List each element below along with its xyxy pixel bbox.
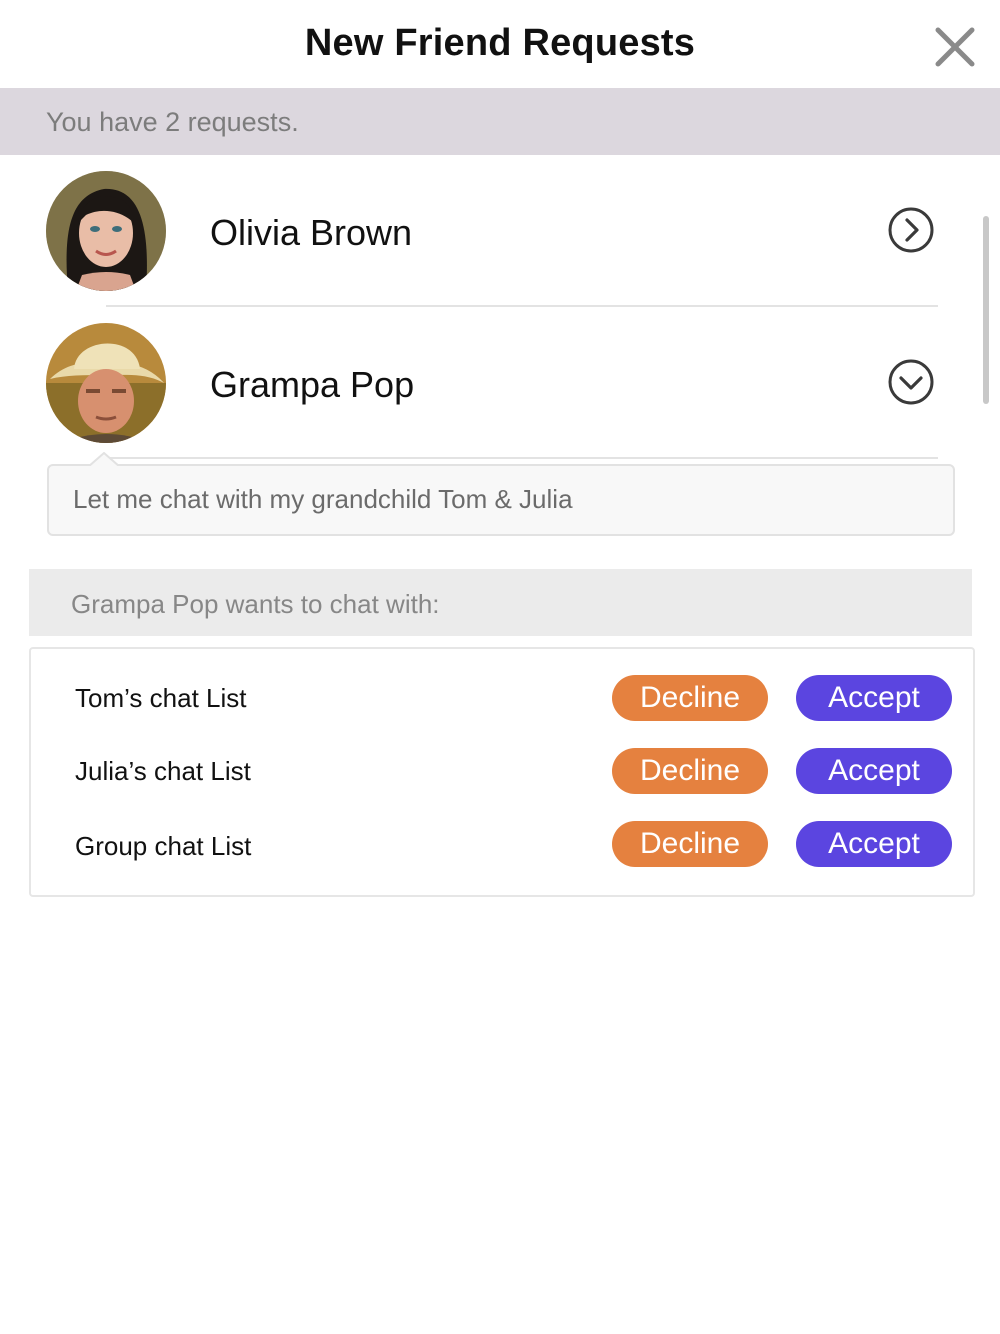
friend-request-grampa-pop[interactable]: Grampa Pop: [0, 312, 1000, 452]
chevron-down-circle-icon[interactable]: [886, 357, 936, 407]
accept-button[interactable]: Accept: [796, 748, 952, 794]
request-message-text: Let me chat with my grandchild Tom & Jul…: [73, 484, 573, 514]
chat-with-label: Grampa Pop wants to chat with:: [71, 589, 440, 619]
chat-list-row: Group chat List Decline Accept: [31, 821, 973, 871]
chat-lists: Tom’s chat List Decline Accept Julia’s c…: [29, 647, 975, 897]
chat-with-header: Grampa Pop wants to chat with:: [29, 569, 972, 636]
decline-button[interactable]: Decline: [612, 821, 768, 867]
accept-button[interactable]: Accept: [796, 675, 952, 721]
close-icon[interactable]: [932, 26, 978, 68]
request-name: Grampa Pop: [210, 364, 415, 405]
avatar: [46, 323, 166, 443]
message-pointer: [88, 452, 120, 468]
chat-list-label: Julia’s chat List: [75, 756, 251, 786]
divider: [106, 305, 938, 307]
divider: [106, 457, 938, 459]
decline-button[interactable]: Decline: [612, 748, 768, 794]
chat-list-label: Tom’s chat List: [75, 683, 247, 713]
friend-request-olivia-brown[interactable]: Olivia Brown: [0, 160, 1000, 300]
decline-button[interactable]: Decline: [612, 675, 768, 721]
accept-button[interactable]: Accept: [796, 821, 952, 867]
requests-count-bar: You have 2 requests.: [0, 88, 1000, 155]
header: New Friend Requests: [0, 0, 1000, 88]
page-title: New Friend Requests: [304, 22, 696, 64]
request-name: Olivia Brown: [210, 212, 413, 253]
requests-count: You have 2 requests.: [46, 107, 299, 137]
avatar: [46, 171, 166, 291]
chat-list-row: Tom’s chat List Decline Accept: [31, 675, 973, 725]
chevron-right-circle-icon[interactable]: [886, 205, 936, 255]
request-message: Let me chat with my grandchild Tom & Jul…: [47, 464, 955, 536]
chat-list-row: Julia’s chat List Decline Accept: [31, 748, 973, 798]
chat-list-label: Group chat List: [75, 831, 252, 861]
